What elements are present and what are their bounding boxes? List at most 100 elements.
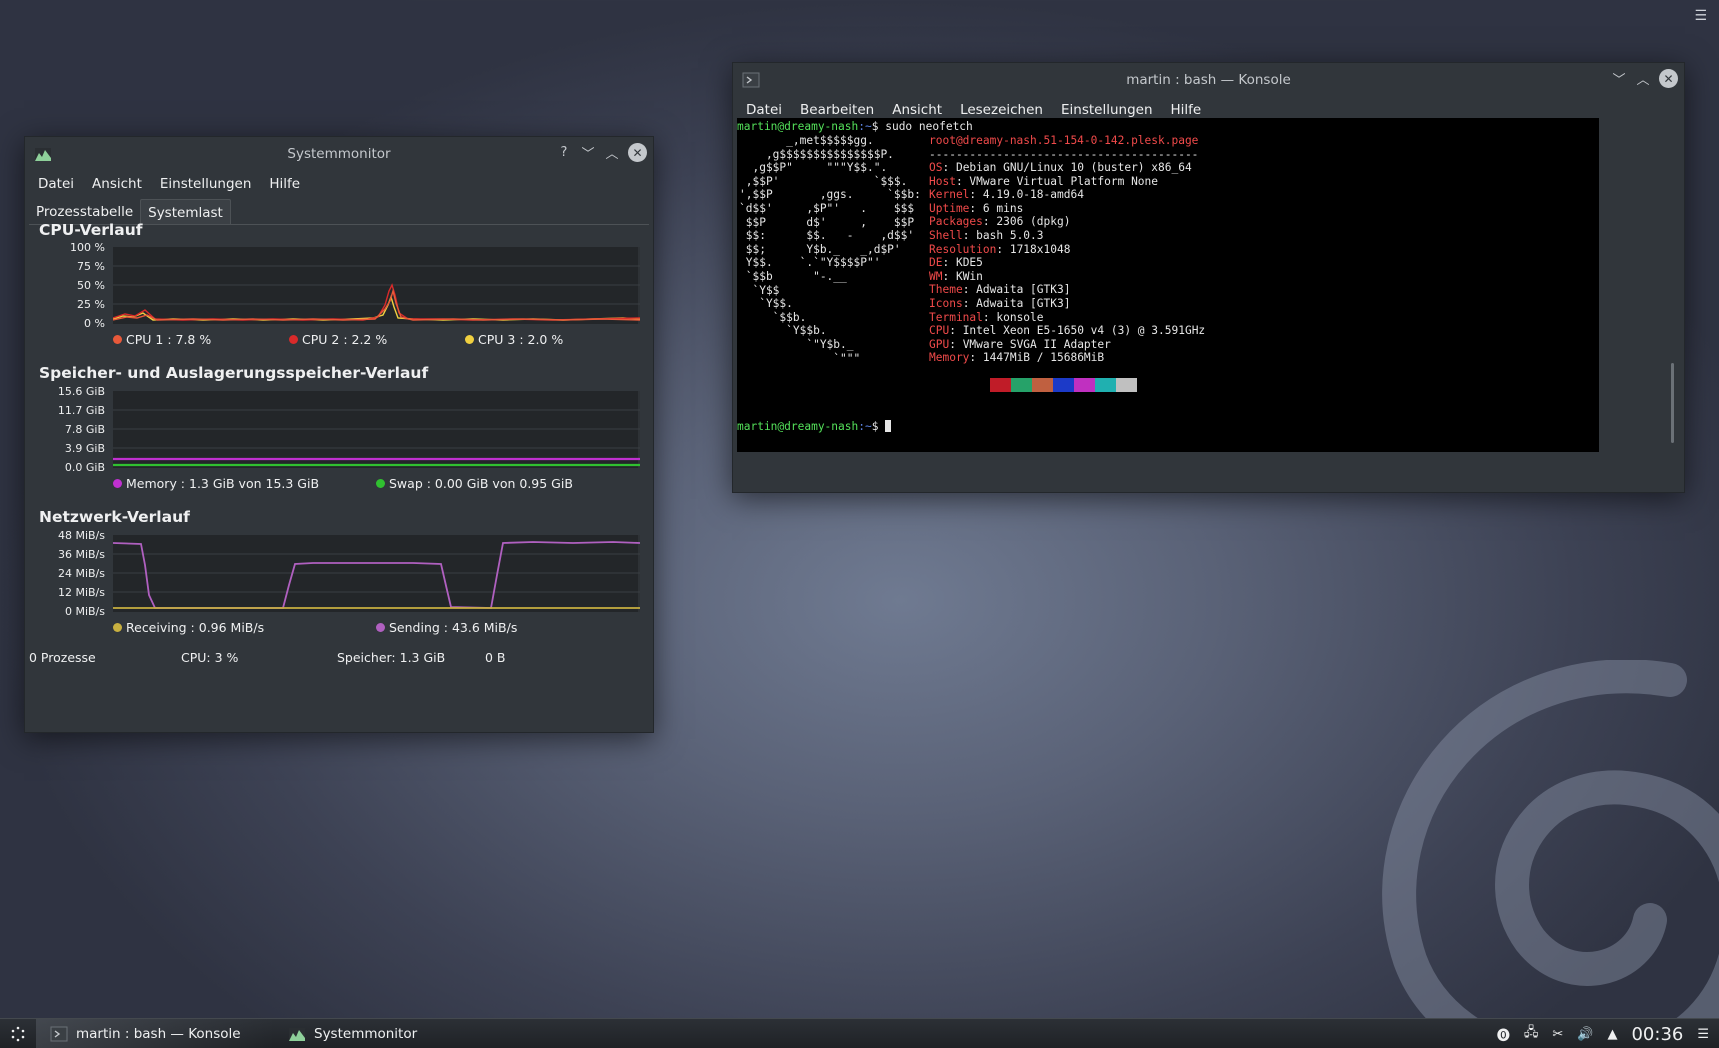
memory-ytick: 15.6 GiB: [57, 385, 105, 398]
cpu1-legend-dot: [113, 335, 122, 344]
menu-einstellungen[interactable]: Einstellungen: [1052, 102, 1162, 118]
close-icon[interactable]: ✕: [628, 143, 647, 162]
panel-menu-icon[interactable]: ☰: [1697, 1027, 1709, 1042]
palette-swatch: [1011, 378, 1032, 392]
info-key: WM: [929, 269, 943, 283]
logo-line: $$: $$. - ,d$$': [739, 229, 915, 243]
info-key: DE: [929, 256, 943, 270]
info-value: : KDE5: [942, 256, 983, 270]
palette-swatch: [1074, 378, 1095, 392]
memory-legend: Memory : 1.3 GiB von 15.3 GiB: [113, 476, 319, 491]
info-value: : Adwaita [GTK3]: [962, 296, 1071, 310]
info-row: OS: Debian GNU/Linux 10 (buster) x86_64: [929, 161, 1205, 175]
status-swap: 0 B: [485, 650, 506, 665]
tab-systemlast[interactable]: Systemlast: [140, 199, 231, 224]
memory-ytick: 3.9 GiB: [64, 442, 105, 455]
menu-ansicht[interactable]: Ansicht: [83, 176, 151, 192]
network-icon[interactable]: 🖧: [1524, 1023, 1539, 1045]
info-key: OS: [929, 161, 943, 174]
clipboard-icon[interactable]: ✂: [1552, 1027, 1563, 1042]
clock[interactable]: 00:36: [1631, 1024, 1683, 1045]
cpu-history-title: CPU-Verlauf: [39, 221, 143, 239]
receiving-legend-label: Receiving : 0.96 MiB/s: [126, 620, 265, 635]
logo-line: `$$b.: [739, 310, 807, 324]
logo-line: `"Y$b._: [739, 337, 854, 351]
maximize-icon[interactable]: ︿: [604, 145, 620, 162]
info-key: GPU: [929, 337, 950, 351]
info-row: Memory: 1447MiB / 15686MiB: [929, 351, 1205, 365]
expand-tray-icon[interactable]: ▲: [1607, 1027, 1617, 1042]
receiving-legend-dot: [113, 623, 122, 632]
task-konsole[interactable]: martin : bash — Konsole: [36, 1018, 274, 1048]
memory-history-plot: [113, 391, 640, 468]
info-value: : 6 mins: [969, 201, 1024, 215]
minimize-icon[interactable]: ﹀: [1611, 71, 1627, 88]
desktop-menu-icon[interactable]: ☰: [1694, 8, 1707, 24]
palette-swatch: [1095, 378, 1116, 392]
logo-line: Y$$. `.`"Y$$$$P"': [739, 256, 881, 270]
application-launcher[interactable]: [0, 1019, 36, 1048]
network-ytick: 12 MiB/s: [57, 586, 105, 599]
konsole-window: martin : bash — Konsole ﹀ ︿ ✕ Datei Bear…: [732, 62, 1685, 493]
help-icon[interactable]: ?: [556, 145, 572, 161]
info-row: Terminal: konsole: [929, 311, 1205, 325]
menu-datei[interactable]: Datei: [29, 176, 83, 192]
info-row: WM: KWin: [929, 270, 1205, 284]
systemmonitor-task-icon: [289, 1027, 305, 1041]
prompt-user: martin@dreamy-nash: [737, 420, 859, 433]
logo-line: `$$b "-.__: [739, 269, 847, 283]
window-title: martin : bash — Konsole: [1126, 72, 1291, 88]
menu-lesezeichen[interactable]: Lesezeichen: [951, 102, 1052, 118]
task-systemmonitor-label: Systemmonitor: [314, 1025, 418, 1042]
task-systemmonitor[interactable]: Systemmonitor: [274, 1019, 431, 1048]
info-row: Kernel: 4.19.0-18-amd64: [929, 188, 1205, 202]
text-cursor: [885, 420, 892, 432]
cpu-ytick: 50 %: [77, 279, 105, 292]
taskbar: martin : bash — Konsole Systemmonitor ⓿ …: [0, 1018, 1719, 1048]
cpu-ytick: 0 %: [84, 317, 105, 330]
info-value: : VMware SVGA II Adapter: [949, 337, 1111, 351]
menu-datei[interactable]: Datei: [737, 102, 791, 118]
titlebar[interactable]: Systemmonitor ? ﹀ ︿ ✕: [25, 137, 653, 171]
memory-legend-dot: [113, 479, 122, 488]
updates-icon[interactable]: ⓿: [1497, 1025, 1510, 1044]
info-key: Memory: [929, 351, 970, 365]
cpu-ytick: 100 %: [70, 241, 105, 254]
cpu1-legend-label: CPU 1 : 7.8 %: [126, 332, 212, 347]
info-row: Packages: 2306 (dpkg): [929, 215, 1205, 229]
logo-line: ',$$P ,ggs. `$$b:: [739, 188, 921, 202]
close-icon[interactable]: ✕: [1659, 69, 1678, 88]
cpu2-legend-dot: [289, 335, 298, 344]
cpu2-legend-label: CPU 2 : 2.2 %: [302, 332, 388, 347]
command-text: sudo neofetch: [885, 120, 973, 133]
minimize-icon[interactable]: ﹀: [580, 145, 596, 162]
color-palette: [969, 378, 1137, 392]
terminal-scrollbar[interactable]: [1671, 363, 1674, 443]
info-value: : 4.19.0-18-amd64: [969, 188, 1084, 202]
memory-history-title: Speicher- und Auslagerungsspeicher-Verla…: [39, 364, 429, 382]
maximize-icon[interactable]: ︿: [1635, 71, 1651, 88]
sending-legend: Sending : 43.6 MiB/s: [376, 620, 517, 635]
network-history-plot: [113, 535, 640, 612]
menu-einstellungen[interactable]: Einstellungen: [151, 176, 261, 192]
launcher-icon: [11, 1026, 25, 1041]
systemmonitor-window: Systemmonitor ? ﹀ ︿ ✕ Datei Ansicht Eins…: [24, 136, 654, 733]
swap-legend: Swap : 0.00 GiB von 0.95 GiB: [376, 476, 573, 491]
debian-swirl-wallpaper: [1382, 660, 1719, 1048]
logo-line: `d$$' ,$P"' . $$$: [739, 201, 915, 215]
titlebar[interactable]: martin : bash — Konsole ﹀ ︿ ✕: [733, 63, 1684, 97]
menu-ansicht[interactable]: Ansicht: [883, 102, 951, 118]
palette-swatch: [990, 378, 1011, 392]
terminal-view[interactable]: martin@dreamy-nash:~$ sudo neofetch _,me…: [737, 118, 1599, 452]
info-key: Resolution: [929, 242, 997, 256]
menu-hilfe[interactable]: Hilfe: [1162, 102, 1211, 118]
info-value: : 2306 (dpkg): [982, 215, 1071, 229]
sending-legend-dot: [376, 623, 385, 632]
menu-hilfe[interactable]: Hilfe: [260, 176, 309, 192]
menu-bearbeiten[interactable]: Bearbeiten: [791, 102, 883, 118]
info-row: CPU: Intel Xeon E5-1650 v4 (3) @ 3.591GH…: [929, 324, 1205, 338]
info-key: Packages: [929, 215, 983, 229]
cpu3-legend-dot: [465, 335, 474, 344]
volume-icon[interactable]: 🔊: [1577, 1027, 1593, 1042]
info-key: Shell: [929, 228, 963, 242]
